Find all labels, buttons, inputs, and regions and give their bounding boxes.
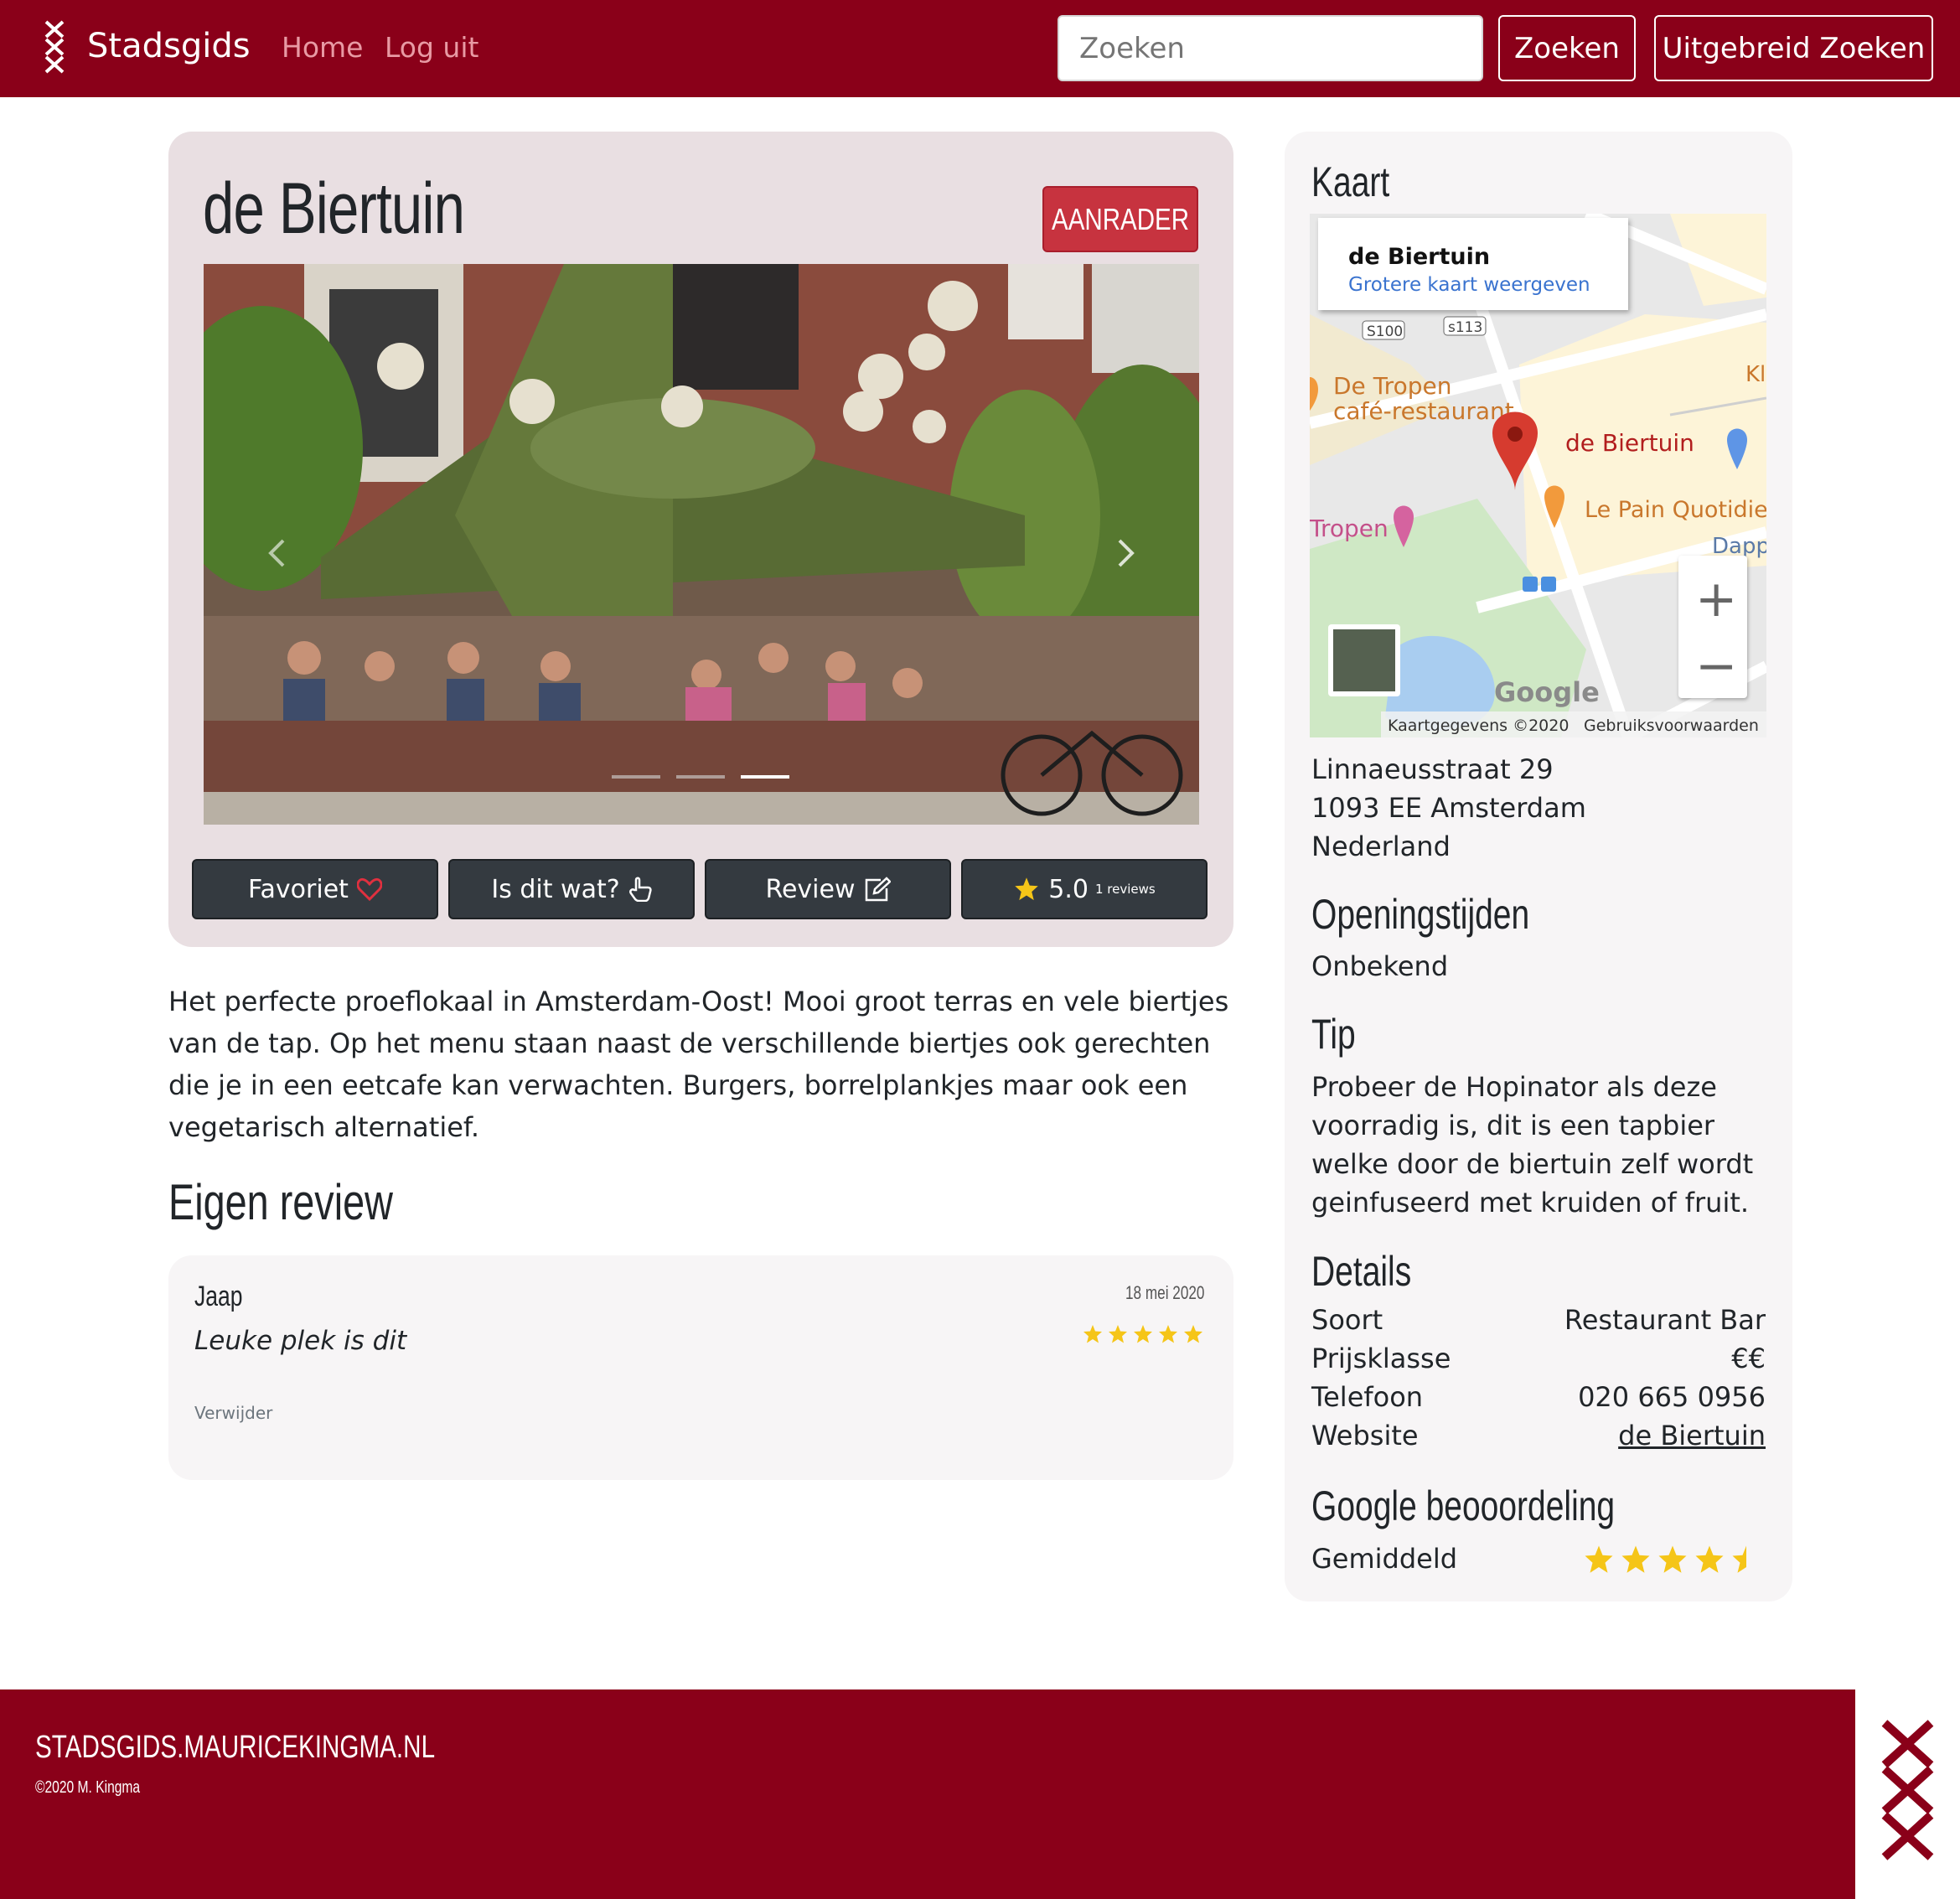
terrace-photo: [204, 264, 1199, 825]
recommended-badge: AANRADER: [1042, 186, 1198, 252]
star-icon: [1695, 1545, 1724, 1573]
opening-hours: Onbekend: [1311, 950, 1449, 982]
star-icon: [1134, 1325, 1152, 1343]
rating-button[interactable]: 5.0 1 reviews: [961, 859, 1208, 919]
search-input[interactable]: [1058, 15, 1483, 81]
star-icon: [1585, 1545, 1613, 1573]
navbar: Stadsgids Home Log uit Zoeken Uitgebreid…: [0, 0, 1960, 97]
star-icon: [1109, 1325, 1127, 1343]
review-author: Jaap: [194, 1281, 243, 1312]
hours-heading: Openingstijden: [1311, 891, 1530, 938]
is-dit-wat-label: Is dit wat?: [491, 874, 620, 904]
heart-icon: [356, 877, 382, 901]
photo-carousel[interactable]: [204, 264, 1199, 825]
place-description: Het perfecte proeflokaal in Amsterdam-Oo…: [168, 986, 1229, 1143]
footer-copyright: ©2020 M. Kingma: [35, 1778, 141, 1797]
detail-label: Website: [1311, 1420, 1419, 1451]
rating-value: 5.0: [1048, 874, 1089, 904]
review-stars: [1083, 1324, 1203, 1344]
advanced-search-button[interactable]: Uitgebreid Zoeken: [1654, 15, 1933, 81]
nav-link-logout[interactable]: Log uit: [385, 31, 478, 64]
star-icon: [1159, 1325, 1177, 1343]
map-label-cafe-restaurant: café-restaurant: [1333, 397, 1514, 425]
detail-value: Restaurant Bar: [1564, 1304, 1766, 1336]
star-icon: [1658, 1545, 1687, 1573]
map-card-title: de Biertuin: [1348, 244, 1490, 270]
website-link[interactable]: de Biertuin: [1618, 1420, 1766, 1451]
footer-logo-panel: [1855, 1689, 1960, 1899]
detail-label: Prijsklasse: [1311, 1343, 1451, 1374]
detail-value[interactable]: 020 665 0956: [1578, 1381, 1766, 1413]
map-label-edge-dapp: Dapp: [1712, 534, 1766, 559]
address-line-1: Linnaeusstraat 29: [1311, 753, 1554, 785]
brand-name[interactable]: Stadsgids: [87, 27, 251, 65]
detail-label: Soort: [1311, 1304, 1383, 1336]
detail-row-website: Website de Biertuin: [1311, 1420, 1766, 1451]
own-review-heading: Eigen review: [168, 1174, 393, 1230]
star-icon: [1621, 1545, 1650, 1573]
amsterdam-crosses-icon[interactable]: [42, 18, 67, 75]
map-terms-link[interactable]: Gebruiksvoorwaarden: [1584, 717, 1759, 735]
address-line-3: Nederland: [1311, 830, 1451, 862]
map[interactable]: S100 s113 De Tropen café-restaurant Trop…: [1310, 214, 1766, 737]
detail-value: €€: [1731, 1343, 1766, 1374]
footer-site[interactable]: STADSGIDS.MAURICEKINGMA.NL: [35, 1730, 435, 1766]
detail-row-prijsklasse: Prijsklasse €€: [1311, 1343, 1766, 1374]
map-label-edge-kl: Kl: [1745, 362, 1766, 387]
star-icon: [1083, 1325, 1102, 1343]
map-card-link[interactable]: Grotere kaart weergeven: [1348, 274, 1590, 296]
search-button[interactable]: Zoeken: [1498, 15, 1636, 81]
tip-heading: Tip: [1311, 1011, 1356, 1058]
zoom-out-button[interactable]: −: [1695, 637, 1737, 696]
google-logo: Google: [1494, 676, 1600, 708]
footer: STADSGIDS.MAURICEKINGMA.NL ©2020 M. King…: [0, 1689, 1960, 1899]
map-canvas: S100 s113 De Tropen café-restaurant Trop…: [1310, 214, 1766, 737]
map-attribution: Kaartgegevens ©2020: [1388, 717, 1569, 735]
place-title: de Biertuin: [203, 168, 465, 249]
address-line-2: 1093 EE Amsterdam: [1311, 792, 1586, 824]
review-button[interactable]: Review: [705, 859, 951, 919]
map-label-tropen: Tropen: [1310, 515, 1389, 542]
google-rating-stars: [1584, 1545, 1761, 1575]
review-card: [168, 1255, 1233, 1480]
tip-text: Probeer de Hopinator als deze voorradig …: [1311, 1071, 1754, 1219]
star-icon: [1015, 877, 1039, 901]
favorite-label: Favoriet: [248, 874, 349, 904]
half-star-icon: [1732, 1545, 1746, 1573]
details-heading: Details: [1311, 1248, 1412, 1295]
star-icon: [1184, 1325, 1202, 1343]
delete-review-link[interactable]: Verwijder: [194, 1403, 272, 1423]
map-heading: Kaart: [1311, 158, 1390, 205]
is-dit-wat-button[interactable]: Is dit wat?: [448, 859, 695, 919]
map-label-pin: de Biertuin: [1565, 429, 1694, 457]
detail-label: Telefoon: [1311, 1381, 1424, 1413]
review-label: Review: [765, 874, 856, 904]
map-label-le-pain-quotidien: Le Pain Quotidie: [1585, 497, 1766, 523]
badge-label: AANRADER: [1051, 201, 1190, 236]
detail-row-telefoon: Telefoon 020 665 0956: [1311, 1381, 1766, 1413]
road-label-s100: S100: [1367, 323, 1403, 340]
zoom-in-button[interactable]: +: [1695, 570, 1737, 629]
map-label-de-tropen: De Tropen: [1333, 372, 1451, 400]
edit-icon: [865, 877, 891, 902]
amsterdam-crosses-icon: [1881, 1720, 1934, 1860]
favorite-button[interactable]: Favoriet: [192, 859, 438, 919]
road-label-s113: s113: [1448, 319, 1482, 336]
review-text: Leuke plek is dit: [194, 1326, 407, 1356]
nav-link-home[interactable]: Home: [282, 31, 363, 64]
google-rating-label: Gemiddeld: [1311, 1543, 1458, 1575]
google-rating-heading: Google beooordeling: [1311, 1482, 1616, 1529]
review-date: 18 mei 2020: [1125, 1282, 1205, 1303]
detail-row-soort: Soort Restaurant Bar: [1311, 1304, 1766, 1336]
pointer-hand-icon: [628, 877, 652, 902]
rating-count: 1 reviews: [1094, 882, 1156, 897]
